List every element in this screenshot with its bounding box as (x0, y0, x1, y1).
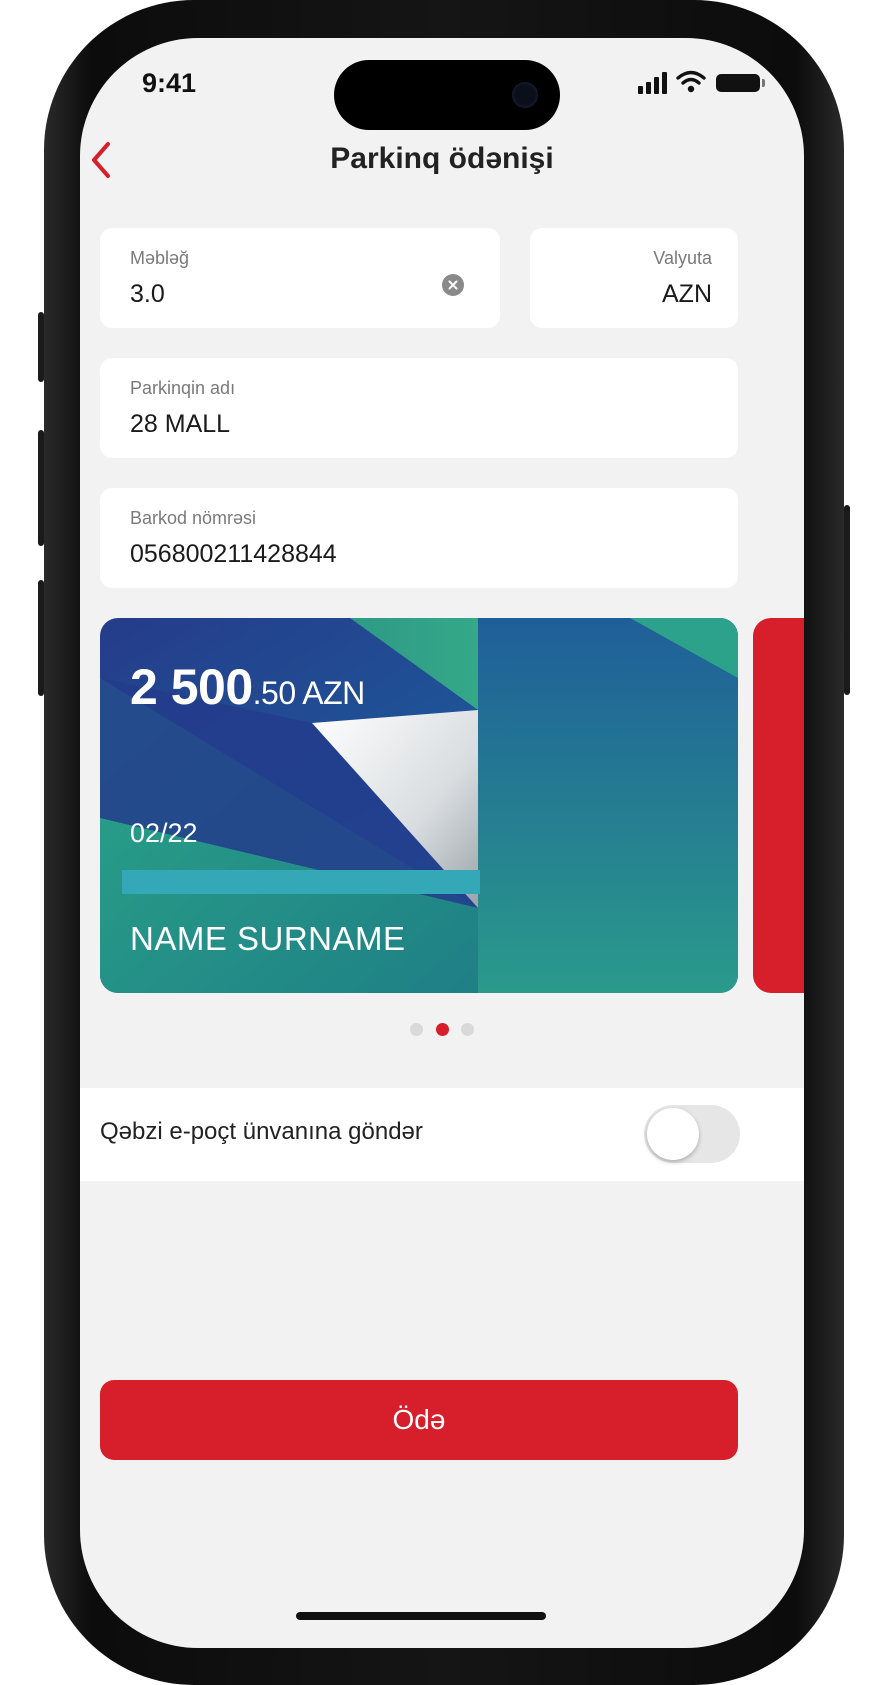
toggle-knob (647, 1108, 699, 1160)
pay-button[interactable]: Ödə (100, 1380, 738, 1460)
amount-value[interactable]: 3.0 (130, 280, 165, 309)
email-receipt-toggle[interactable] (644, 1105, 740, 1163)
clear-icon[interactable] (442, 274, 464, 296)
carousel-dot[interactable] (410, 1023, 424, 1036)
email-receipt-row: Qəbzi e-poçt ünvanına göndər (80, 1088, 804, 1181)
parking-name-field[interactable]: Parkinqin adı 28 MALL (100, 358, 738, 458)
action-button (38, 312, 44, 382)
amount-field[interactable]: Məbləğ 3.0 (100, 228, 500, 328)
card-balance: 2 500.50 AZN (130, 658, 365, 716)
battery-icon (716, 74, 765, 92)
volume-up-button (38, 430, 44, 546)
amount-label: Məbləğ (130, 248, 190, 268)
barcode-field[interactable]: Barkod nömrəsi 056800211428844 (100, 488, 738, 588)
card-holder-name: NAME SURNAME (130, 920, 406, 957)
email-receipt-label: Qəbzi e-poçt ünvanına göndər (100, 1118, 423, 1145)
page-title: Parkinq ödənişi (330, 142, 554, 175)
card-expiry: 02/22 (130, 818, 198, 848)
app-screen: 9:41 Parkinq ödənişi Məbləğ 3.0 Valyuta … (80, 38, 804, 1648)
status-time: 9:41 (142, 68, 197, 98)
bank-card[interactable]: 2 500.50 AZN 02/22 NAME SURNAME (100, 618, 738, 993)
status-icons (624, 70, 765, 94)
dynamic-island (334, 60, 560, 130)
volume-down-button (38, 580, 44, 696)
carousel-dot-active[interactable] (435, 1023, 449, 1036)
next-card-peek[interactable] (753, 618, 804, 993)
card-balance-decimal: .50 AZN (252, 675, 366, 711)
currency-value: AZN (662, 280, 712, 308)
camera-icon (512, 82, 538, 108)
card-balance-main: 2 500 (130, 659, 253, 715)
barcode-value: 056800211428844 (130, 540, 337, 568)
wifi-icon (676, 70, 706, 93)
power-button (844, 505, 850, 695)
parking-name-value: 28 MALL (130, 410, 231, 438)
barcode-label: Barkod nömrəsi (130, 508, 257, 528)
currency-select[interactable]: Valyuta AZN (530, 228, 738, 328)
signal-icon (638, 72, 668, 94)
parking-name-label: Parkinqin adı (130, 378, 236, 398)
currency-label: Valyuta (653, 248, 712, 268)
carousel-dot[interactable] (460, 1023, 474, 1036)
carousel-indicator (80, 1023, 804, 1041)
home-indicator (296, 1612, 546, 1620)
